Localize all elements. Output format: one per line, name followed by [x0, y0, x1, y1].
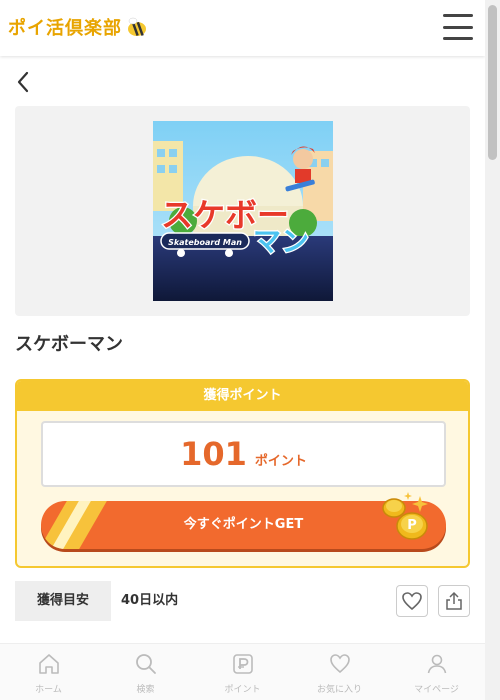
heart-icon	[329, 654, 350, 674]
svg-text:P: P	[407, 518, 417, 533]
app-thumbnail: スケボー マン Skateboard Man	[153, 121, 333, 301]
scrollbar[interactable]	[485, 0, 500, 700]
scrollbar-thumb[interactable]	[488, 5, 497, 160]
coins-icon: P	[382, 492, 428, 540]
points-header: 獲得ポイント	[17, 381, 468, 411]
bee-icon	[128, 17, 146, 36]
chevron-left-icon[interactable]	[14, 70, 34, 94]
nav-label-home: ホーム	[35, 685, 62, 695]
nav-label-favorites: お気に入り	[316, 685, 362, 695]
search-icon	[135, 654, 156, 674]
share-icon	[446, 591, 462, 610]
nav-home[interactable]: ホーム	[0, 644, 97, 700]
site-logo[interactable]: ポイ活倶楽部	[8, 14, 148, 40]
hamburger-icon[interactable]	[443, 14, 473, 40]
estimate-value: 40日以内	[121, 593, 179, 608]
points-unit: ポイント	[254, 453, 307, 469]
user-icon	[427, 654, 446, 674]
header: ポイ活倶楽部	[0, 0, 485, 56]
nav-point[interactable]: ポイント	[194, 644, 291, 700]
points-value-box: 101 ポイント	[41, 421, 446, 487]
svg-text:Skateboard Man: Skateboard Man	[168, 238, 242, 247]
points-value: 101	[180, 435, 247, 473]
svg-text:マン: マン	[253, 225, 309, 258]
app-thumbnail-area: スケボー マン Skateboard Man	[15, 106, 470, 316]
nav-label-mypage: マイページ	[414, 685, 459, 695]
logo-text: ポイ活倶楽部	[8, 18, 122, 39]
nav-mypage[interactable]: マイページ	[388, 644, 485, 700]
point-icon	[232, 654, 253, 674]
estimate-label: 獲得目安	[15, 581, 111, 621]
get-points-label: 今すぐポイントGET	[183, 517, 304, 532]
nav-label-point: ポイント	[224, 685, 261, 695]
home-icon	[38, 654, 59, 674]
nav-search[interactable]: 検索	[97, 644, 194, 700]
share-button[interactable]	[438, 585, 470, 617]
bottom-nav: ホーム 検索 ポイント お気に入り マイページ	[0, 643, 485, 700]
nav-favorites[interactable]: お気に入り	[291, 644, 388, 700]
page: ポイ活倶楽部 スケボー マン Skateboard Man スケボーマン 獲得ポ…	[0, 0, 485, 700]
heart-icon	[402, 592, 422, 611]
app-title: スケボーマン	[15, 334, 123, 355]
favorite-button[interactable]	[396, 585, 428, 617]
nav-label-search: 検索	[136, 685, 155, 695]
